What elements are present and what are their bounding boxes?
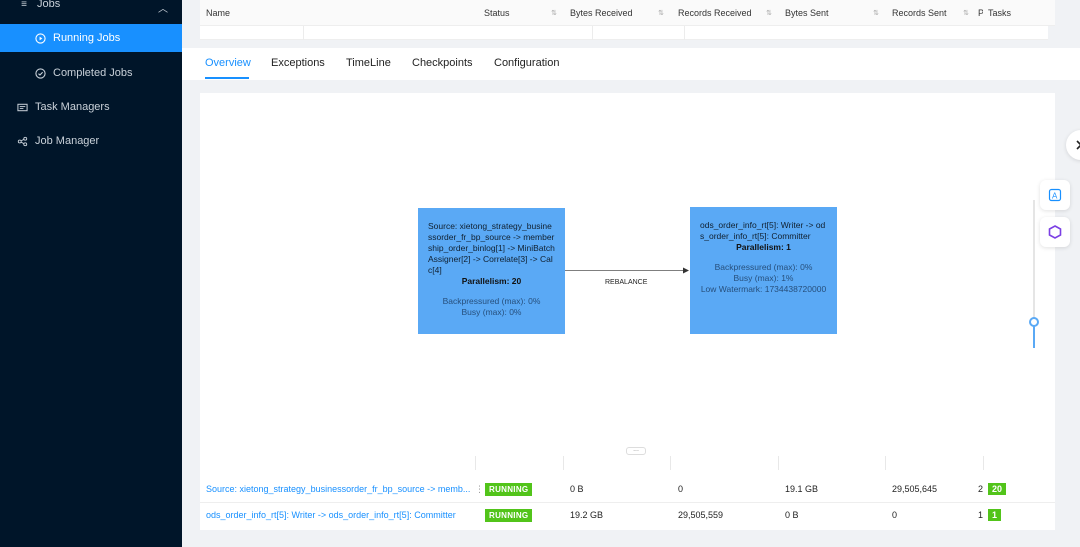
node-backpressure: Backpressured (max): 0% [442,296,541,306]
column-header-records-sent[interactable]: Records Sent ⇅ [885,0,975,26]
sidebar-item-label: Jobs [37,0,61,10]
svg-text:A: A [1052,192,1058,201]
tasks-badge: 20 [988,483,1007,495]
column-header-parallelism[interactable]: P [975,0,983,26]
column-header-name[interactable]: Name [200,0,475,26]
tasks-cell: 1 [988,502,1002,528]
node-parallelism: Parallelism: 1 [736,242,791,252]
node-name: Source: xietong_strategy_businessorder_f… [428,221,555,275]
tab-exceptions[interactable]: Exceptions [271,57,325,69]
node-busy: Busy (max): 1% [733,273,794,283]
column-header-records-received[interactable]: Records Received ⇅ [670,0,778,26]
sidebar-item-label: Completed Jobs [53,67,133,79]
server-icon [16,101,28,113]
graph-edge [565,267,689,274]
sort-icon: ⇅ [963,9,969,17]
sidebar-item-job-manager[interactable]: Job Manager [0,127,182,155]
node-busy: Busy (max): 0% [461,307,522,317]
plugin-icon[interactable] [1040,217,1070,247]
column-header-status[interactable]: Status ⇅ [475,0,563,26]
tab-overview[interactable]: Overview [205,57,251,69]
sidebar-item-running-jobs[interactable]: Running Jobs [0,24,182,52]
cluster-icon [16,135,28,147]
bytes-sent-cell: 19.1 GB [785,484,819,494]
records-sent-cell: 0 [892,510,898,520]
sidebar-item-label: Running Jobs [53,32,121,44]
graph-node-source[interactable]: Source: xietong_strategy_businessorder_f… [418,208,565,334]
sidebar-item-task-managers[interactable]: Task Managers [0,93,182,121]
active-tab-indicator [205,77,249,79]
column-header-tasks[interactable]: Tasks [983,0,1055,26]
sidebar: ≡ Jobs ︿ Running Jobs Completed Jobs Tas… [0,0,182,547]
job-tabs: Overview Exceptions TimeLine Checkpoints… [182,48,1080,80]
bytes-sent-cell: 0 B [785,510,799,520]
status-cell: RUNNING [485,502,533,528]
records-received-cell: 0 [678,484,684,494]
parallelism-cell: 1 [978,510,984,520]
vertex-name-link[interactable]: Source: xietong_strategy_businessorder_f… [206,484,470,494]
status-badge: RUNNING [485,482,533,496]
status-badge: RUNNING [485,508,533,522]
tasks-badge: 1 [988,509,1002,521]
records-sent-cell: 29,505,645 [892,484,938,494]
column-header-bytes-sent[interactable]: Bytes Sent ⇅ [778,0,885,26]
arrowhead-icon [683,267,689,274]
edge-label: REBALANCE [605,279,648,286]
sidebar-item-label: Task Managers [35,101,110,113]
job-graph-canvas[interactable]: Source: xietong_strategy_businessorder_f… [200,93,1055,450]
tab-timeline[interactable]: TimeLine [346,57,391,69]
status-cell: RUNNING [485,476,533,502]
column-header-bytes-received[interactable]: Bytes Received ⇅ [563,0,670,26]
assistant-icon[interactable] [1066,130,1080,160]
sort-icon: ⇅ [766,9,772,17]
sidebar-item-jobs[interactable]: ≡ Jobs ︿ [0,0,182,18]
page-footer-area [182,530,1080,547]
table-row[interactable]: Source: xietong_strategy_businessorder_f… [206,476,474,502]
table-row[interactable]: ods_order_info_rt[5]: Writer -> ods_orde… [206,502,474,528]
translate-icon[interactable]: A [1040,180,1070,210]
check-circle-icon [34,67,46,79]
bytes-received-cell: 0 B [570,484,584,494]
sort-icon: ⇅ [551,9,557,17]
chevron-up-icon: ︿ [158,4,168,15]
node-parallelism: Parallelism: 20 [461,276,522,286]
sort-icon: ⇅ [658,9,664,17]
list-icon: ≡ [21,0,27,10]
sidebar-item-label: Job Manager [35,135,100,147]
graph-node-sink[interactable]: ods_order_info_rt[5]: Writer -> ods_orde… [690,207,837,334]
node-backpressure: Backpressured (max): 0% [714,262,813,272]
sort-icon: ⇅ [873,9,879,17]
parallelism-cell: 2 [978,484,984,494]
sidebar-item-completed-jobs[interactable]: Completed Jobs [0,59,182,87]
records-received-cell: 29,505,559 [678,510,724,520]
tab-configuration[interactable]: Configuration [494,57,559,69]
drag-icon: ⋮ [475,483,484,494]
tab-checkpoints[interactable]: Checkpoints [412,57,473,69]
zoom-slider-handle[interactable] [1029,317,1039,327]
node-name: ods_order_info_rt[5]: Writer -> ods_orde… [700,220,826,241]
bytes-received-cell: 19.2 GB [570,510,604,520]
tasks-cell: 20 [988,476,1007,502]
vertex-name-link[interactable]: ods_order_info_rt[5]: Writer -> ods_orde… [206,510,456,520]
node-watermark: Low Watermark: 1734438720000 [700,284,827,294]
resize-handle[interactable]: ... [626,446,646,455]
play-circle-icon [34,32,46,44]
